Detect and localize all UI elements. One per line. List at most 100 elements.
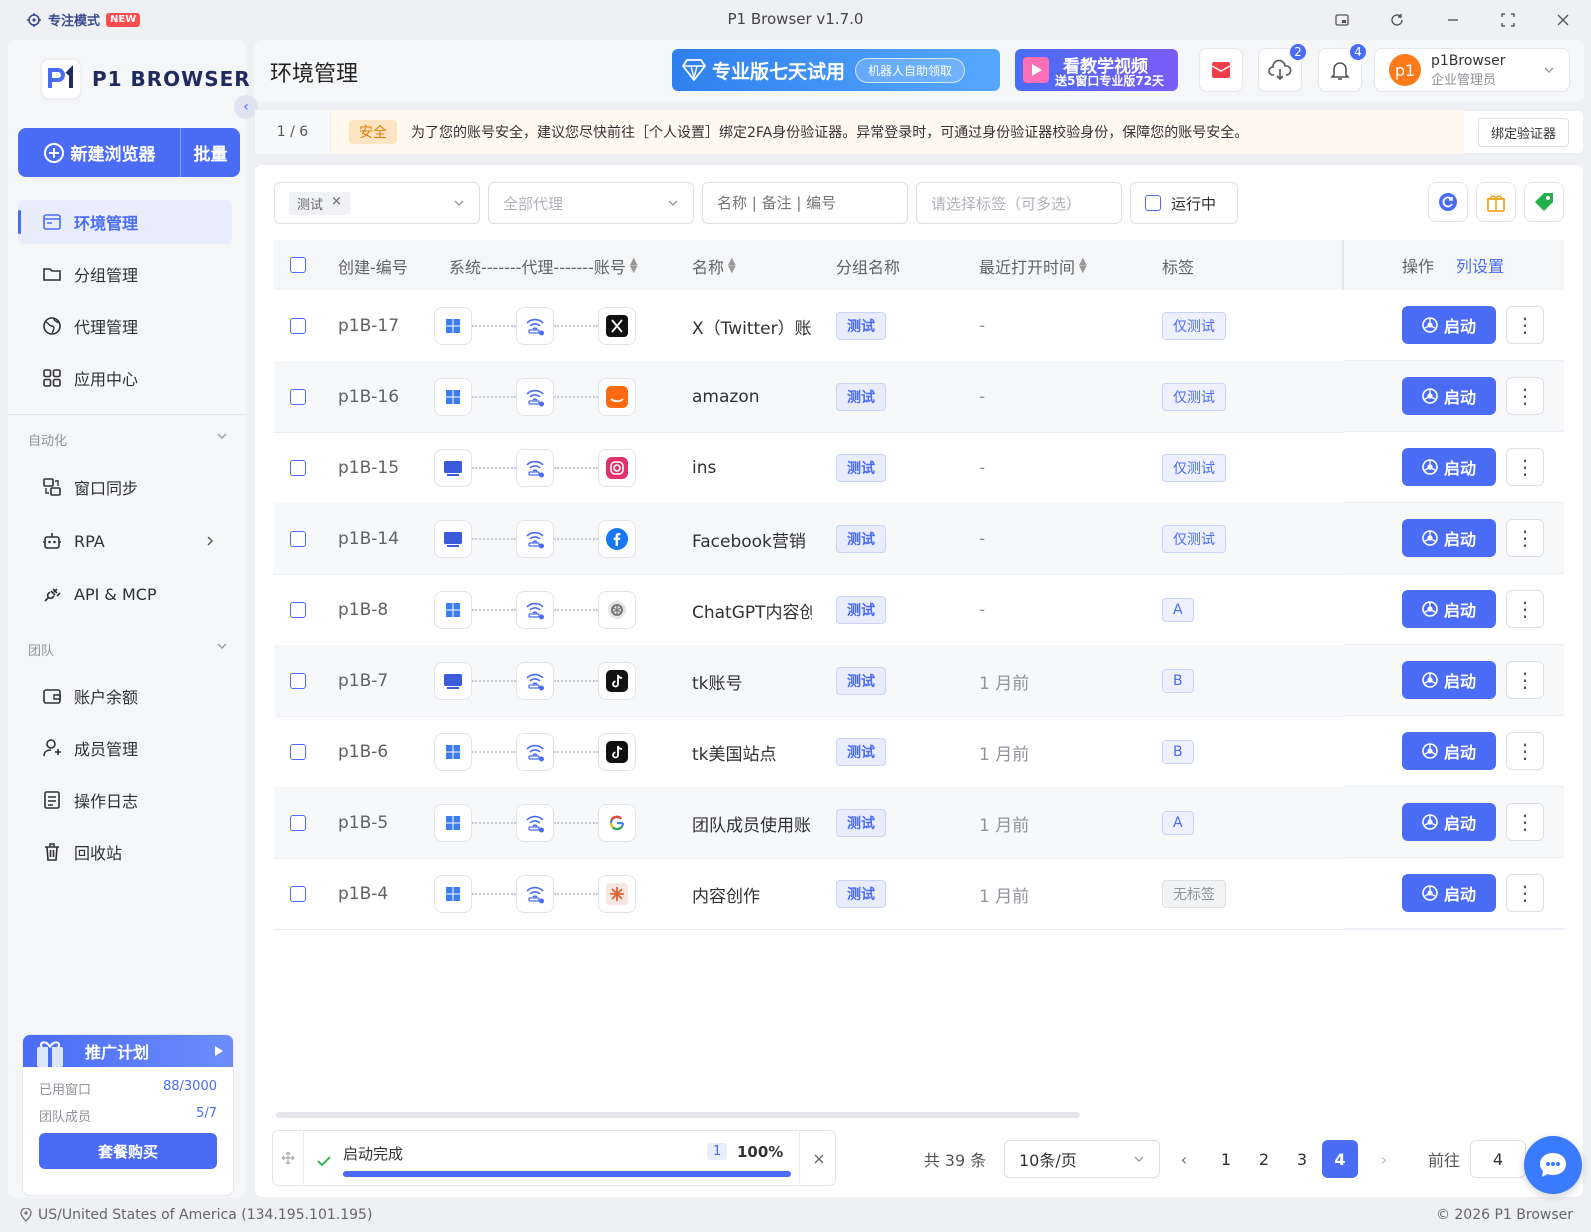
start-browser-button[interactable]: 启动 (1402, 377, 1496, 415)
sidebar-item-window-sync[interactable]: 窗口同步 (18, 465, 232, 509)
buy-package-button[interactable]: 套餐购买 (39, 1133, 217, 1169)
proxy-icon[interactable] (516, 520, 554, 558)
drag-handle-icon[interactable] (281, 1151, 295, 1165)
proxy-filter-select[interactable]: 全部代理 (488, 182, 694, 224)
proxy-icon[interactable] (516, 307, 554, 345)
row-checkbox[interactable] (290, 460, 306, 476)
chatgpt-icon[interactable] (598, 591, 636, 629)
tag-manage-button[interactable] (1524, 182, 1564, 222)
proxy-icon[interactable] (516, 378, 554, 416)
sidebar-item-api-mcp[interactable]: API & MCP (18, 572, 232, 616)
tiktok-icon[interactable] (598, 733, 636, 771)
customer-support-button[interactable] (1524, 1136, 1582, 1194)
page-4-button[interactable]: 4 (1322, 1140, 1358, 1178)
sidebar-item-recycle-bin[interactable]: 回收站 (18, 830, 232, 874)
sidebar-item-account-balance[interactable]: 账户余额 (18, 674, 232, 718)
row-select[interactable] (290, 574, 306, 646)
sidebar-item-member-management[interactable]: 成员管理 (18, 726, 232, 770)
row-select[interactable] (290, 290, 306, 362)
page-size-select[interactable]: 10条/页 (1004, 1140, 1160, 1178)
tiktok-icon[interactable] (598, 662, 636, 700)
row-name[interactable]: 内容创作 (692, 858, 812, 930)
row-select[interactable] (290, 787, 306, 859)
row-select[interactable] (290, 361, 306, 433)
section-team-toggle[interactable]: 团队 (28, 640, 228, 659)
x-icon[interactable] (598, 307, 636, 345)
start-browser-button[interactable]: 启动 (1402, 519, 1496, 557)
row-checkbox[interactable] (290, 886, 306, 902)
more-actions-button[interactable]: ⋮ (1506, 590, 1544, 628)
row-name[interactable]: amazon (692, 361, 812, 433)
proxy-icon[interactable] (516, 733, 554, 771)
row-select[interactable] (290, 716, 306, 788)
facebook-icon[interactable] (598, 520, 636, 558)
tag-filter-select[interactable]: 请选择标签（可多选） (916, 182, 1122, 224)
row-select[interactable] (290, 858, 306, 930)
row-checkbox[interactable] (290, 389, 306, 405)
proxy-icon[interactable] (516, 449, 554, 487)
row-checkbox[interactable] (290, 602, 306, 618)
more-actions-button[interactable]: ⋮ (1506, 519, 1544, 557)
page-2-button[interactable]: 2 (1246, 1140, 1282, 1178)
row-select[interactable] (290, 645, 306, 717)
row-name[interactable]: X（Twitter）账 (692, 290, 812, 362)
promo-plan-link[interactable]: 推广计划 (23, 1035, 233, 1067)
start-browser-button[interactable]: 启动 (1402, 590, 1496, 628)
row-name[interactable]: ins (692, 432, 812, 504)
col-header-sys[interactable]: 系统-------代理-------账号 ▲ ▼ (449, 254, 638, 278)
start-browser-button[interactable]: 启动 (1402, 306, 1496, 344)
instagram-icon[interactable] (598, 449, 636, 487)
refresh-icon[interactable] (1387, 10, 1407, 30)
sync-proxy-button[interactable] (1428, 182, 1468, 222)
horizontal-scrollbar[interactable] (276, 1112, 1080, 1118)
row-select[interactable] (290, 432, 306, 504)
sidebar-item-group-management[interactable]: 分组管理 (18, 252, 232, 296)
row-name[interactable]: tk美国站点 (692, 716, 812, 788)
select-all-checkbox[interactable] (290, 257, 306, 273)
group-filter-select[interactable]: 测试 × (274, 182, 480, 224)
search-input[interactable] (702, 182, 908, 224)
more-actions-button[interactable]: ⋮ (1506, 306, 1544, 344)
row-checkbox[interactable] (290, 531, 306, 547)
section-automation-toggle[interactable]: 自动化 (28, 430, 228, 449)
row-checkbox[interactable] (290, 815, 306, 831)
google-icon[interactable] (598, 804, 636, 842)
proxy-icon[interactable] (516, 591, 554, 629)
more-actions-button[interactable]: ⋮ (1506, 377, 1544, 415)
claude-icon[interactable] (598, 875, 636, 913)
batch-create-button[interactable]: 批量 (180, 128, 240, 177)
row-name[interactable]: Facebook营销 (692, 503, 812, 575)
tutorial-video-banner[interactable]: 看教学视频 送5窗口专业版72天 (1015, 49, 1178, 91)
close-icon[interactable] (813, 1153, 825, 1165)
more-actions-button[interactable]: ⋮ (1506, 874, 1544, 912)
proxy-icon[interactable] (516, 804, 554, 842)
row-checkbox[interactable] (290, 673, 306, 689)
amazon-icon[interactable] (598, 378, 636, 416)
start-browser-button[interactable]: 启动 (1402, 874, 1496, 912)
start-browser-button[interactable]: 启动 (1402, 448, 1496, 486)
more-actions-button[interactable]: ⋮ (1506, 732, 1544, 770)
minimize-icon[interactable] (1443, 10, 1463, 30)
maximize-icon[interactable] (1498, 10, 1518, 30)
next-page-button[interactable]: › (1372, 1140, 1396, 1178)
sidebar-item-operation-log[interactable]: 操作日志 (18, 778, 232, 822)
row-name[interactable]: ChatGPT内容创 (692, 574, 812, 646)
col-header-last-open[interactable]: 最近打开时间 ▲ ▼ (979, 254, 1087, 278)
row-name[interactable]: tk账号 (692, 645, 812, 717)
remove-chip-icon[interactable]: × (331, 194, 342, 213)
sidebar-item-app-center[interactable]: 应用中心 (18, 356, 232, 400)
user-menu[interactable]: p1 p1Browser 企业管理员 (1374, 48, 1570, 92)
row-checkbox[interactable] (290, 744, 306, 760)
start-browser-button[interactable]: 启动 (1402, 661, 1496, 699)
goto-page-input[interactable]: 4 (1470, 1140, 1526, 1178)
proxy-icon[interactable] (516, 875, 554, 913)
new-browser-button[interactable]: 新建浏览器 (18, 128, 180, 177)
more-actions-button[interactable]: ⋮ (1506, 448, 1544, 486)
proxy-icon[interactable] (516, 662, 554, 700)
sidebar-item-env-management[interactable]: 环境管理 (18, 200, 232, 244)
gift-button[interactable] (1476, 182, 1516, 222)
more-actions-button[interactable]: ⋮ (1506, 803, 1544, 841)
page-1-button[interactable]: 1 (1208, 1140, 1244, 1178)
bind-authenticator-button[interactable]: 绑定验证器 (1477, 117, 1569, 147)
page-3-button[interactable]: 3 (1284, 1140, 1320, 1178)
